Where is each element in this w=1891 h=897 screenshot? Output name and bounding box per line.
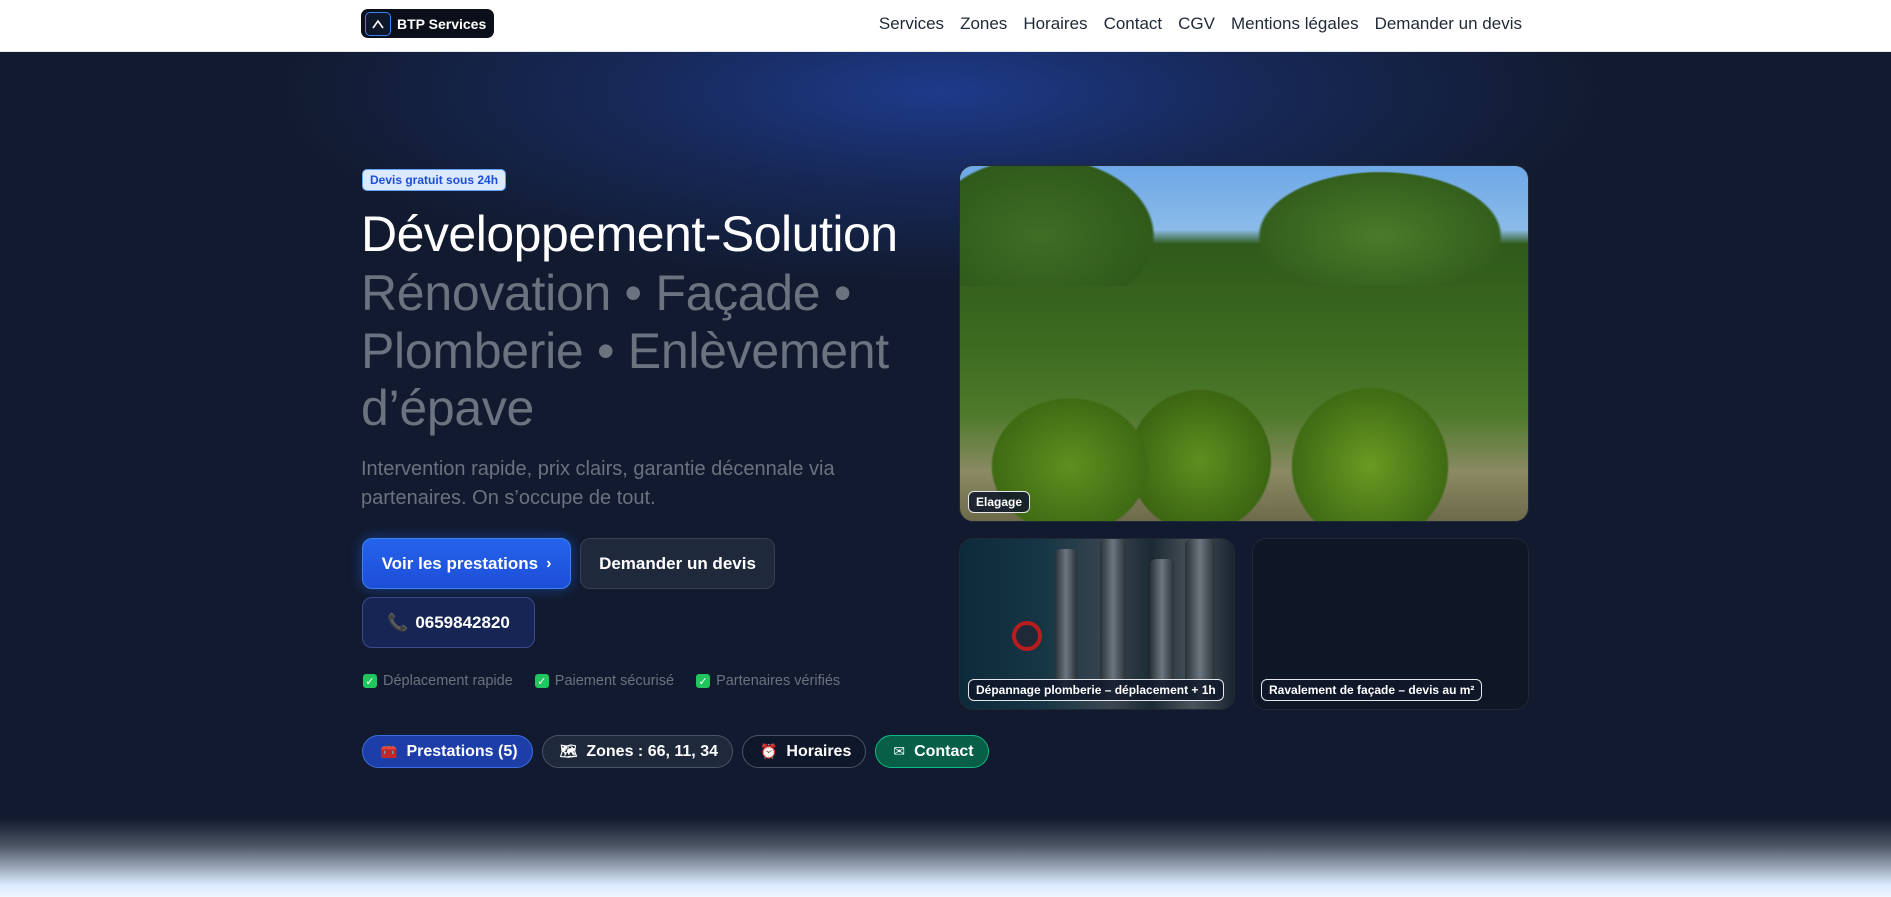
alarm-clock-icon: ⏰	[759, 743, 778, 759]
check-label: Paiement sécurisé	[554, 673, 675, 689]
toolbox-icon: 🧰	[380, 743, 398, 759]
checkmark-icon: ✓	[696, 674, 711, 688]
image-caption: Dépannage plomberie – déplacement + 1h	[968, 679, 1224, 701]
check-item: ✓ Déplacement rapide	[363, 673, 513, 689]
free-quote-badge: Devis gratuit sous 24h	[362, 169, 507, 191]
gallery-plumbing-image[interactable]: Dépannage plomberie – déplacement + 1h	[959, 538, 1235, 710]
chip-label: Prestations (5)	[406, 742, 518, 760]
hero-title: Développement-Solution	[361, 206, 898, 262]
chip-prestations[interactable]: 🧰 Prestations (5)	[362, 735, 533, 768]
nav-services[interactable]: Services	[879, 14, 944, 34]
nav-horaires[interactable]: Horaires	[1023, 14, 1087, 34]
hero-subtitle: Rénovation • Façade • Plomberie • Enlève…	[361, 265, 941, 438]
pipe-shape	[1100, 539, 1126, 699]
nav-demander-devis[interactable]: Demander un devis	[1375, 14, 1522, 34]
pipe-shape	[1185, 539, 1215, 699]
chip-label: Contact	[914, 742, 974, 760]
brand-mark-icon	[365, 11, 391, 36]
phone-call-button[interactable]: 📞 0659842820	[362, 597, 535, 648]
nav-contact[interactable]: Contact	[1104, 14, 1163, 34]
quick-links: 🧰 Prestations (5) 🗺 Zones : 66, 11, 34 ⏰…	[362, 735, 989, 768]
hero-subtitle-line: d’épave	[361, 380, 535, 436]
phone-number: 0659842820	[415, 612, 510, 632]
top-navbar: BTP Services Services Zones Horaires Con…	[0, 0, 1891, 52]
brand-logo-link[interactable]: BTP Services	[361, 9, 494, 38]
view-services-button[interactable]: Voir les prestations ›	[362, 538, 571, 589]
view-services-label: Voir les prestations	[381, 553, 539, 573]
check-label: Partenaires vérifiés	[716, 673, 841, 689]
envelope-icon: ✉	[893, 743, 906, 759]
phone-icon: 📞	[387, 612, 409, 632]
checkmark-icon: ✓	[363, 674, 377, 688]
trust-checks: ✓ Déplacement rapide ✓ Paiement sécurisé…	[363, 673, 840, 689]
check-item: ✓ Partenaires vérifiés	[696, 673, 840, 689]
hero-subtitle-line: Rénovation • Façade •	[361, 265, 852, 321]
request-quote-label: Demander un devis	[599, 553, 756, 573]
chip-label: Zones : 66, 11, 34	[586, 742, 718, 760]
brand-name: BTP Services	[397, 15, 487, 32]
chevron-right-icon: ›	[546, 554, 552, 572]
checkmark-icon: ✓	[534, 674, 549, 688]
nav-zones[interactable]: Zones	[960, 14, 1007, 34]
hero-lead: Intervention rapide, prix clairs, garant…	[361, 458, 835, 509]
check-item: ✓ Paiement sécurisé	[534, 673, 675, 689]
chip-contact[interactable]: ✉ Contact	[875, 735, 989, 768]
chip-label: Horaires	[786, 742, 852, 760]
chip-zones[interactable]: 🗺 Zones : 66, 11, 34	[541, 735, 733, 768]
gallery-facade-image[interactable]: Ravalement de façade – devis au m²	[1252, 538, 1529, 710]
pipe-shape	[1055, 549, 1077, 689]
chip-horaires[interactable]: ⏰ Horaires	[741, 735, 867, 768]
image-caption: Ravalement de façade – devis au m²	[1261, 679, 1483, 701]
map-icon: 🗺	[559, 743, 578, 759]
pipe-shape	[1150, 559, 1174, 699]
request-quote-button[interactable]: Demander un devis	[580, 538, 775, 589]
check-label: Déplacement rapide	[383, 673, 513, 689]
image-caption: Elagage	[968, 491, 1031, 513]
hero-section	[0, 52, 1891, 842]
gallery-main-image[interactable]: Elagage	[959, 165, 1529, 522]
main-nav: Services Zones Horaires Contact CGV Ment…	[863, 0, 1522, 48]
nav-cgv[interactable]: CGV	[1178, 14, 1215, 34]
section-divider	[0, 818, 1891, 897]
hero-subtitle-line: Plomberie • Enlèvement	[361, 322, 889, 379]
valve-icon	[1012, 621, 1042, 651]
nav-mentions-legales[interactable]: Mentions légales	[1231, 14, 1359, 34]
